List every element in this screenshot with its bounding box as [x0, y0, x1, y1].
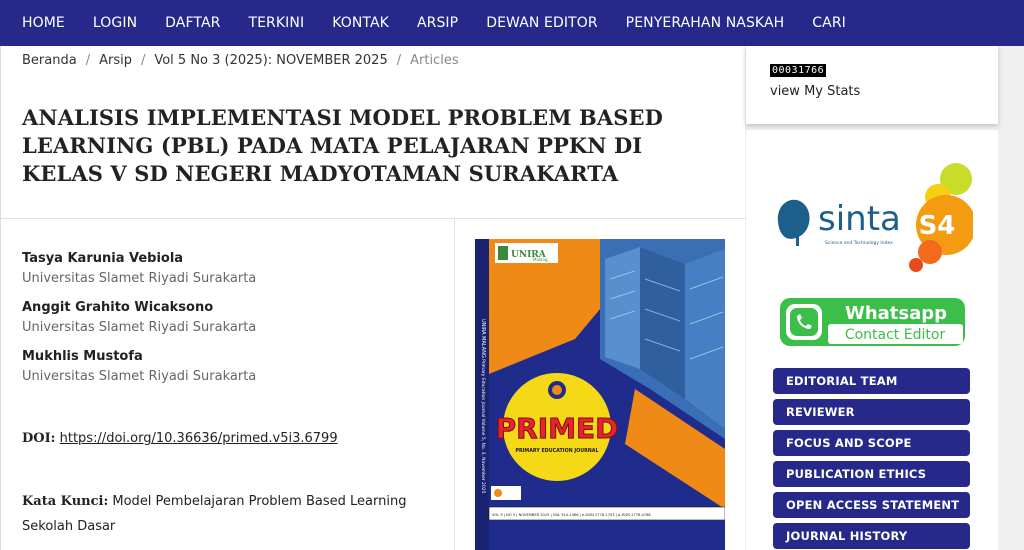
breadcrumb-separator: /	[396, 53, 402, 68]
sinta-logo-art: sinta S4 Science and Technology Index	[770, 152, 976, 274]
breadcrumb-archive[interactable]: Arsip	[99, 53, 132, 68]
editorial-team-button[interactable]: EDITORIAL TEAM	[773, 368, 970, 394]
whatsapp-banner-art: Whatsapp Contact Editor	[780, 298, 965, 346]
breadcrumb-separator: /	[140, 53, 146, 68]
nav-kontak[interactable]: KONTAK	[318, 0, 403, 46]
cover-publisher-sub: Malang	[533, 257, 548, 262]
author-entry: Tasya Karunia Vebiola Universitas Slamet…	[22, 251, 256, 286]
nav-arsip[interactable]: ARSIP	[403, 0, 472, 46]
sinta-grade: S4	[919, 211, 956, 241]
article-title: ANALISIS IMPLEMENTASI MODEL PROBLEM BASE…	[22, 105, 663, 186]
cover-journal-sub: PRIMARY EDUCATION JOURNAL	[515, 448, 598, 454]
author-entry: Anggit Grahito Wicaksono Universitas Sla…	[22, 300, 256, 335]
nav-penyerahan-naskah[interactable]: PENYERAHAN NASKAH	[612, 0, 799, 46]
reviewer-button[interactable]: REVIEWER	[773, 399, 970, 425]
author-affiliation: Universitas Slamet Riyadi Surakarta	[22, 271, 257, 286]
cover-spine-text: UNIRA MALANG	[480, 319, 486, 358]
open-access-statement-button[interactable]: OPEN ACCESS STATEMENT	[773, 492, 970, 518]
divider	[1, 218, 746, 219]
breadcrumb: Beranda / Arsip / Vol 5 No 3 (2025): NOVEMBE…	[22, 53, 459, 68]
cover-info-strip: VOL 5 | NO 3 | NOVEMBER 2025 | HAL 914-1…	[492, 513, 651, 517]
visitor-counter[interactable]: 00031766	[770, 64, 827, 77]
sinta-text: sinta	[818, 199, 901, 239]
nav-home[interactable]: HOME	[8, 0, 79, 46]
view-stats-link[interactable]: view My Stats	[770, 84, 860, 99]
author-entry: Mukhlis Mustofa Universitas Slamet Riyad…	[22, 349, 256, 384]
publication-ethics-button[interactable]: PUBLICATION ETHICS	[773, 461, 970, 487]
breadcrumb-issue[interactable]: Vol 5 No 3 (2025): NOVEMBER 2025	[154, 53, 387, 68]
author-name: Mukhlis Mustofa	[22, 349, 143, 364]
nav-login[interactable]: LOGIN	[79, 0, 151, 46]
breadcrumb-current: Articles	[410, 53, 459, 68]
cover-art: UNIRA Malang UNIRA MALANG Primary Educat…	[475, 239, 725, 550]
stats-block: 00031766 view My Stats	[746, 46, 998, 124]
keyword: Model Pembelajaran Problem Based Learnin…	[112, 494, 407, 509]
cover-side-text: Primary Education Journal Volume 5, No. …	[480, 359, 486, 494]
keywords-label: Kata Kunci:	[22, 494, 109, 509]
focus-and-scope-button[interactable]: FOCUS AND SCOPE	[773, 430, 970, 456]
breadcrumb-separator: /	[85, 53, 91, 68]
sidebar: sinta S4 Science and Technology Index Wh…	[746, 130, 998, 550]
journal-history-button[interactable]: JOURNAL HISTORY	[773, 523, 970, 549]
sinta-tagline: Science and Technology Index	[825, 240, 893, 246]
author-name: Tasya Karunia Vebiola	[22, 251, 184, 266]
author-affiliation: Universitas Slamet Riyadi Surakarta	[22, 320, 257, 335]
nav-daftar[interactable]: DAFTAR	[151, 0, 234, 46]
journal-cover-image[interactable]: UNIRA Malang UNIRA MALANG Primary Educat…	[475, 239, 725, 550]
whatsapp-contact-button[interactable]: Whatsapp Contact Editor	[780, 298, 965, 346]
whatsapp-title: Whatsapp	[845, 303, 947, 324]
author-name: Anggit Grahito Wicaksono	[22, 300, 214, 315]
cover-journal-name: PRIMED	[496, 412, 619, 445]
keyword: Sekolah Dasar	[22, 519, 116, 534]
divider	[454, 219, 455, 550]
nav-terkini[interactable]: TERKINI	[234, 0, 318, 46]
doi-label: DOI:	[22, 431, 56, 446]
top-nav: HOME LOGIN DAFTAR TERKINI KONTAK ARSIP D…	[0, 0, 1024, 46]
keywords: Kata Kunci: Model Pembelajaran Problem B…	[22, 489, 422, 539]
nav-dewan-editor[interactable]: DEWAN EDITOR	[472, 0, 611, 46]
author-affiliation: Universitas Slamet Riyadi Surakarta	[22, 369, 257, 384]
doi: DOI: https://doi.org/10.36636/primed.v5i…	[22, 431, 338, 446]
breadcrumb-home[interactable]: Beranda	[22, 53, 77, 68]
doi-link[interactable]: https://doi.org/10.36636/primed.v5i3.679…	[60, 431, 338, 446]
nav-cari[interactable]: CARI	[798, 0, 860, 46]
whatsapp-subtitle: Contact Editor	[845, 327, 946, 343]
article-panel: Beranda / Arsip / Vol 5 No 3 (2025): NOVEMBE…	[0, 46, 746, 550]
sinta-logo[interactable]: sinta S4 Science and Technology Index	[770, 152, 976, 274]
